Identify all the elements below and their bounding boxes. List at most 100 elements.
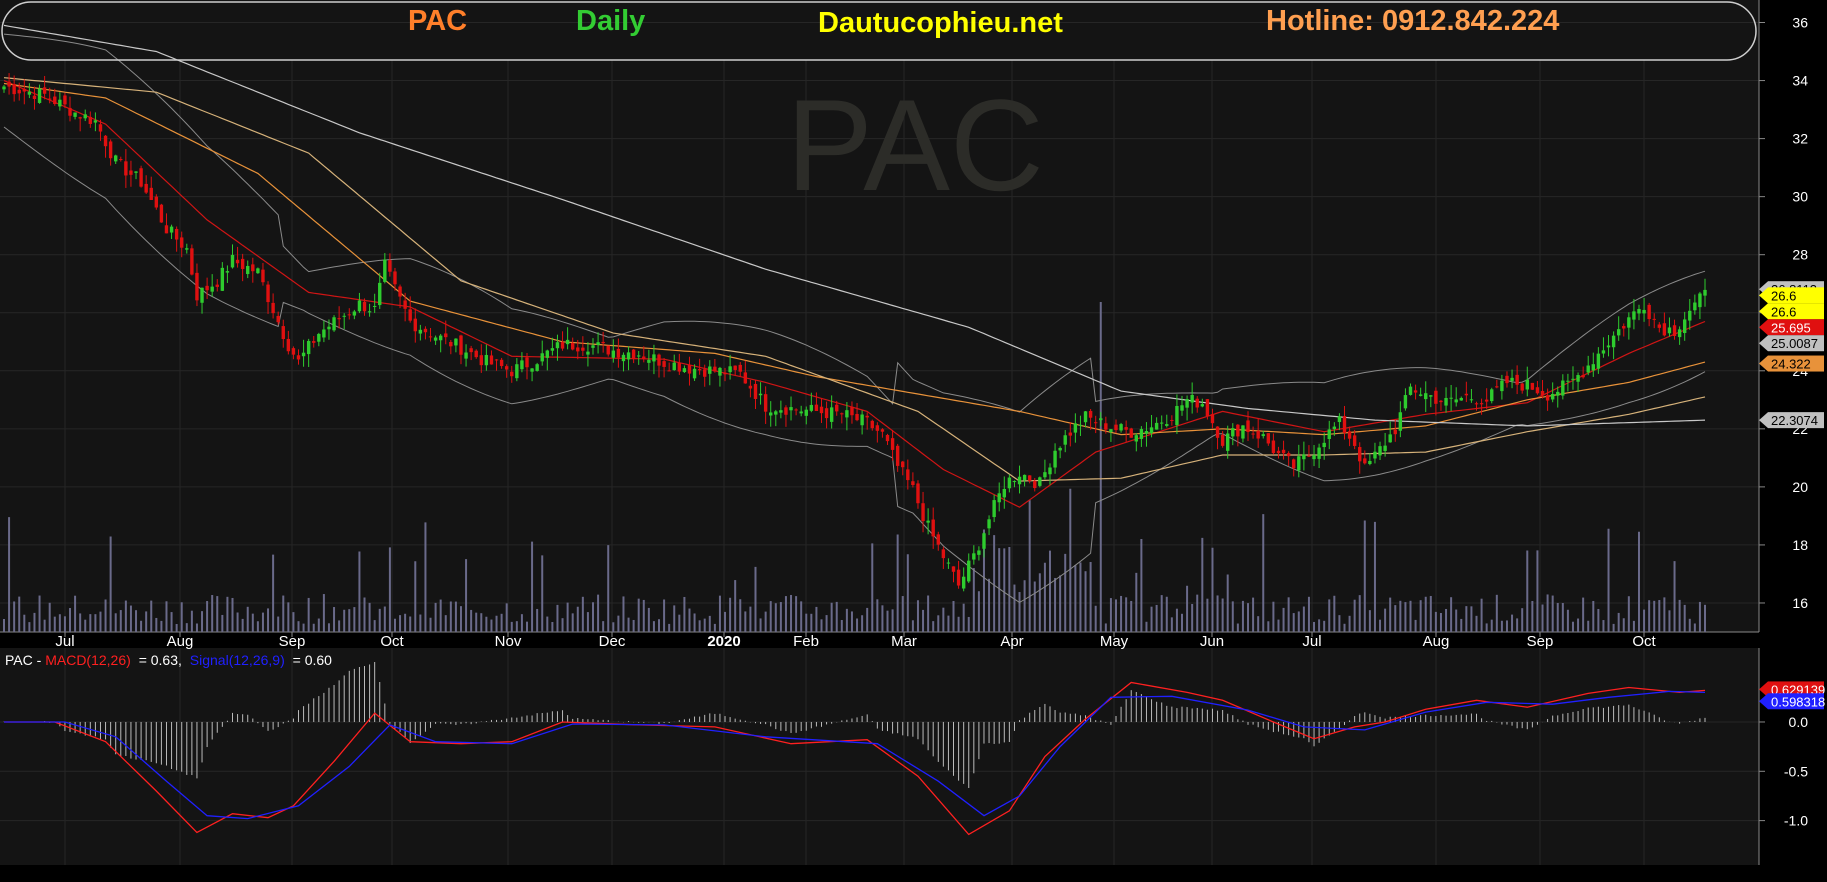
candle-body [1484,399,1489,402]
candle-body [1220,434,1225,446]
candle-body [596,342,600,345]
candle-body [327,326,331,330]
candle-body [1408,386,1413,395]
candle-body [1236,424,1240,437]
candle-body [1530,382,1535,390]
candle-body [1388,434,1392,443]
candle-body [489,355,494,365]
candle-body [1231,428,1235,437]
candle-body [433,337,438,341]
macd-value-badges: 0.6291390.598318 [1759,681,1825,710]
candle-body [1479,403,1484,405]
candle-body [1170,419,1174,421]
candle-body [240,258,245,269]
candle-body [1454,399,1458,403]
candle-body [1175,405,1179,426]
candle-body [1068,432,1072,436]
candle-body [63,95,67,105]
macd-tick-label: -0.5 [1784,763,1808,779]
stock-chart: PAC PAC Daily Dautucophieu.net Hotline: … [0,0,1827,882]
candle-body [885,434,890,442]
candle-body [1581,374,1585,378]
candle-body [1693,302,1697,311]
candle-body [1124,427,1128,430]
candle-body [961,576,966,589]
candle-body [1144,431,1149,434]
candle-body [1048,467,1052,475]
macd-panel [0,648,1759,865]
candle-body [972,553,976,560]
candle-body [611,350,616,358]
candle-body [37,88,42,103]
candle-body [911,481,915,486]
candle-body [1647,304,1651,320]
candle-body [1027,475,1032,481]
candle-body [819,406,824,414]
candle-body [1378,446,1382,456]
candle-body [499,359,504,367]
candle-body [616,348,621,358]
candle-body [27,91,32,95]
x-tick-label: Sep [279,633,306,650]
candle-body [1622,326,1626,329]
candle-body [398,286,402,297]
candle-body [814,404,819,412]
candle-body [1210,414,1215,424]
candle-body [1038,477,1042,486]
x-tick-label: Aug [1423,633,1450,650]
candle-body [1347,431,1352,439]
y-tick-label: 28 [1792,247,1808,263]
candle-body [1662,323,1667,336]
candle-body [789,407,793,411]
candle-body [271,302,275,314]
candle-body [1129,428,1133,438]
candle-body [1337,416,1342,423]
candle-body [956,569,961,586]
candle-body [565,339,570,345]
candle-body [1159,422,1164,424]
candle-body [1698,293,1702,308]
x-tick-label: 2020 [707,633,740,650]
candle-body [296,355,301,360]
candle-body [1180,405,1184,411]
candle-body [1434,390,1438,404]
candle-body [1251,433,1255,435]
candle-body [769,412,773,416]
candle-body [1571,378,1575,380]
candle-body [357,300,362,312]
candle-body [190,248,194,275]
candle-body [383,259,387,282]
candle-body [17,89,21,94]
candle-body [987,519,991,529]
candle-body [1373,451,1377,459]
candle-body [1317,447,1321,459]
candle-body [134,171,138,173]
candle-body [205,285,209,291]
candle-body [510,371,514,377]
candle-body [1591,364,1595,371]
candle-body [718,367,722,376]
candle-body [936,534,940,545]
candle-body [58,99,62,107]
y-tick-label: 16 [1792,595,1808,611]
candle-body [880,429,885,432]
x-tick-label: Aug [167,633,194,650]
candle-body [1002,489,1006,498]
candle-body [804,409,808,416]
candle-body [1459,397,1463,401]
candle-body [1652,318,1656,320]
candle-body [921,503,925,522]
candle-body [606,345,610,355]
candle-body [403,300,407,309]
candle-body [1215,426,1220,438]
candle-body [779,410,783,413]
candle-body [550,348,555,351]
candle-body [418,329,423,334]
candle-body [774,411,778,415]
macd-tick-label: 0.0 [1789,714,1809,730]
candle-body [98,124,103,132]
candle-body [119,159,123,161]
candle-body [560,342,565,349]
candle-body [703,369,707,377]
candle-body [692,368,697,379]
